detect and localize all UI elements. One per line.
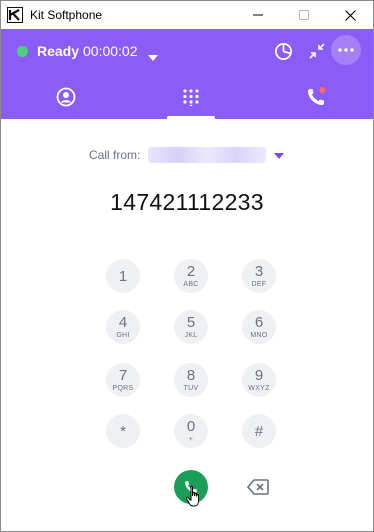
dialpad-key[interactable]: # bbox=[242, 414, 276, 448]
more-options-button[interactable] bbox=[331, 35, 361, 65]
close-window-button[interactable] bbox=[327, 1, 373, 29]
dialpad-key[interactable]: 5 JKL bbox=[174, 310, 208, 344]
key-letters: MNO bbox=[250, 331, 268, 339]
dialpad-key[interactable]: 1 bbox=[106, 259, 140, 293]
key-digit: 5 bbox=[186, 313, 196, 331]
dialpad-key[interactable]: 9 WXYZ bbox=[242, 363, 276, 397]
key-letters: + bbox=[188, 435, 194, 443]
tab-contacts[interactable] bbox=[6, 75, 126, 119]
key-digit: 4 bbox=[118, 313, 128, 331]
maximize-window-button[interactable] bbox=[281, 1, 327, 29]
key-digit: 8 bbox=[186, 366, 196, 384]
dialpad-key[interactable]: 3 DEF bbox=[242, 259, 276, 293]
key-letters: PQRS bbox=[112, 384, 134, 392]
key-digit: 3 bbox=[254, 262, 264, 280]
dialpad-key[interactable]: 7 PQRS bbox=[106, 363, 140, 397]
key-letters: GHI bbox=[116, 331, 130, 339]
dialpad-key[interactable]: * bbox=[106, 414, 140, 448]
dialer-panel: Call from: 147421112233 1 2 ABC 3 DEF 4 GHI 5 JK… bbox=[1, 119, 373, 531]
dialpad-key[interactable]: 6 MNO bbox=[242, 310, 276, 344]
dialed-number[interactable]: 147421112233 bbox=[1, 189, 373, 216]
title-bar: Kit Softphone bbox=[1, 1, 373, 29]
dialpad-icon bbox=[183, 89, 199, 106]
dialpad-key[interactable]: 4 GHI bbox=[106, 310, 140, 344]
close-icon bbox=[344, 9, 356, 21]
minimize-icon bbox=[253, 14, 263, 16]
call-from-select[interactable] bbox=[148, 147, 267, 163]
window-title: Kit Softphone bbox=[30, 8, 103, 22]
caret-down-icon bbox=[148, 48, 158, 66]
key-letters: ABC bbox=[183, 280, 199, 288]
app-header: Ready 00:00:02 bbox=[1, 29, 373, 119]
backspace-icon bbox=[247, 479, 269, 495]
status-selector[interactable]: Ready 00:00:02 bbox=[1, 35, 373, 67]
key-digit: 6 bbox=[254, 313, 264, 331]
phone-notification-icon bbox=[308, 87, 326, 105]
maximize-icon bbox=[299, 10, 309, 20]
dialpad-key[interactable]: 2 ABC bbox=[174, 259, 208, 293]
key-digit: 9 bbox=[254, 366, 264, 384]
key-letters: DEF bbox=[251, 280, 267, 288]
call-from-label: Call from: bbox=[89, 148, 141, 162]
kit-logo-icon bbox=[7, 7, 23, 23]
dialpad-key[interactable]: 0 + bbox=[174, 414, 208, 448]
tab-recent-calls[interactable] bbox=[256, 75, 373, 119]
key-digit: # bbox=[254, 422, 264, 440]
softphone-window: Kit Softphone Ready 00:00:02 Call from: … bbox=[0, 0, 374, 532]
status-timer: 00:00:02 bbox=[83, 43, 138, 59]
minimize-window-button[interactable] bbox=[235, 1, 281, 29]
contact-icon bbox=[56, 87, 76, 107]
key-letters: JKL bbox=[184, 331, 198, 339]
more-options-icon bbox=[338, 48, 354, 52]
key-letters: TUV bbox=[183, 384, 199, 392]
key-letters: WXYZ bbox=[248, 384, 270, 392]
key-digit: 2 bbox=[186, 262, 196, 280]
dialpad-key[interactable]: 8 TUV bbox=[174, 363, 208, 397]
status-label: Ready bbox=[37, 43, 80, 59]
main-tabs bbox=[1, 75, 373, 119]
hand-cursor-icon bbox=[185, 485, 205, 514]
key-digit: 7 bbox=[118, 366, 128, 384]
pie-chart-icon[interactable] bbox=[272, 40, 294, 62]
tab-dialpad[interactable] bbox=[131, 75, 251, 119]
key-digit: 1 bbox=[118, 267, 128, 285]
key-digit: 0 bbox=[186, 417, 196, 435]
call-from-row: Call from: bbox=[89, 146, 285, 164]
caret-down-icon[interactable] bbox=[274, 146, 285, 164]
backspace-button[interactable] bbox=[245, 476, 271, 498]
status-dot bbox=[17, 46, 28, 57]
minimize-arrows-icon[interactable] bbox=[306, 40, 328, 62]
key-digit: * bbox=[120, 422, 126, 440]
